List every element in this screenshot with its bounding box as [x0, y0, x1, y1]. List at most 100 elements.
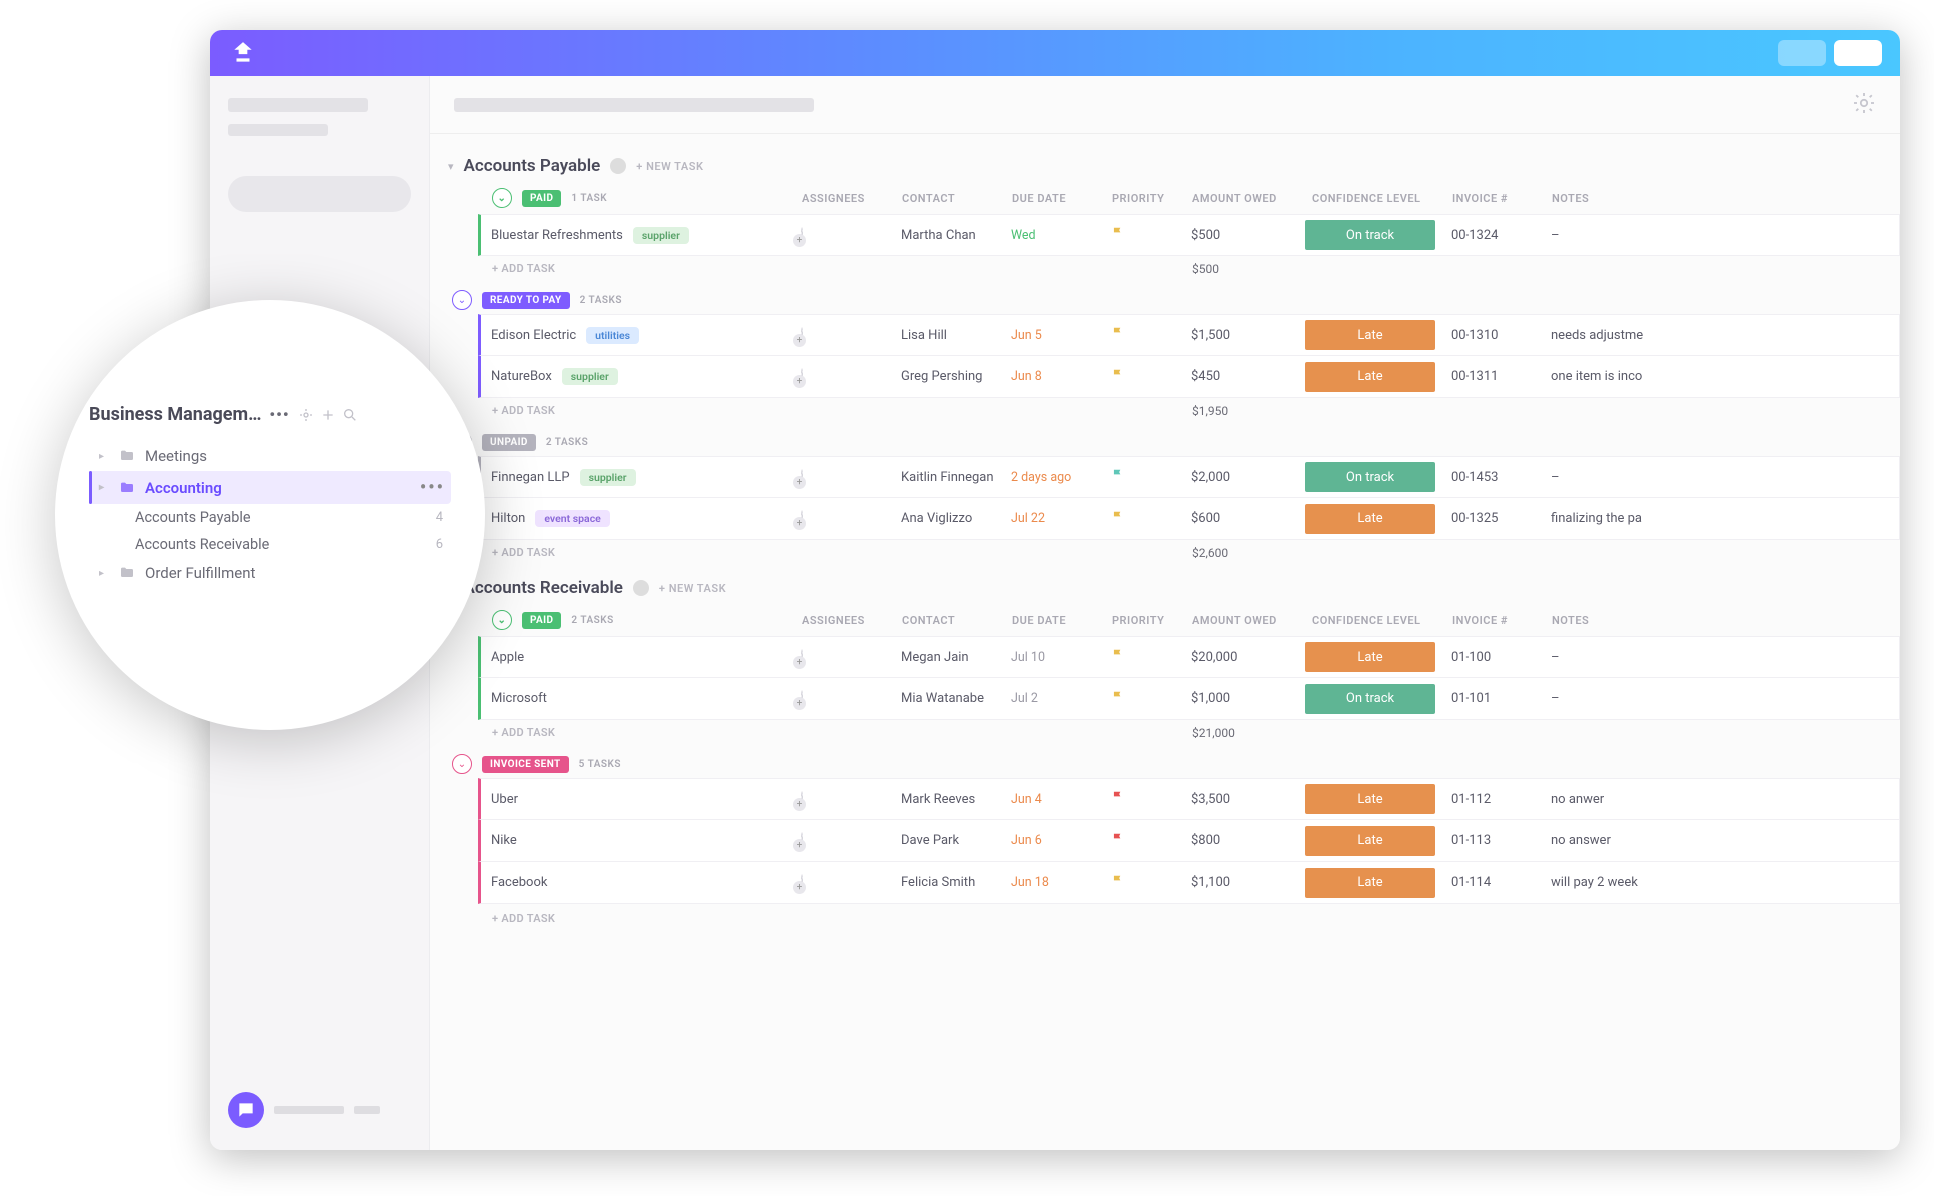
- column-header[interactable]: NOTES: [1552, 192, 1900, 205]
- priority-flag-icon[interactable]: [1111, 832, 1191, 850]
- add-task-button[interactable]: + ADD TASK: [492, 404, 802, 418]
- assignee-add[interactable]: [801, 368, 803, 385]
- assignee-add[interactable]: [801, 649, 803, 666]
- info-icon[interactable]: [633, 580, 649, 596]
- status-chip[interactable]: READY TO PAY: [482, 292, 570, 309]
- task-row[interactable]: Nike Dave Park Jun 6 $800 Late 01-113 no…: [478, 820, 1900, 862]
- status-chip[interactable]: INVOICE SENT: [482, 756, 569, 773]
- due-date-cell[interactable]: Jun 5: [1011, 328, 1111, 343]
- due-date-cell[interactable]: Jun 18: [1011, 875, 1111, 890]
- column-header[interactable]: CONTACT: [902, 614, 1012, 627]
- due-date-cell[interactable]: Jul 22: [1011, 511, 1111, 526]
- confidence-badge[interactable]: On track: [1305, 462, 1435, 492]
- task-row[interactable]: Facebook Felicia Smith Jun 18 $1,100 Lat…: [478, 862, 1900, 904]
- add-task-button[interactable]: + ADD TASK: [492, 262, 802, 276]
- sidebar-item-accounting[interactable]: ▸ Accounting •••: [89, 471, 451, 504]
- new-task-button[interactable]: + NEW TASK: [636, 160, 703, 173]
- task-row[interactable]: Apple Megan Jain Jul 10 $20,000 Late 01-…: [478, 636, 1900, 678]
- assignee-add[interactable]: [801, 791, 803, 808]
- assignee-add[interactable]: [801, 227, 803, 244]
- column-header[interactable]: PRIORITY: [1112, 614, 1192, 627]
- task-tag[interactable]: supplier: [580, 469, 636, 486]
- status-chip[interactable]: PAID: [522, 612, 561, 629]
- confidence-badge[interactable]: Late: [1305, 784, 1435, 814]
- task-tag[interactable]: supplier: [633, 227, 689, 244]
- collapse-toggle[interactable]: ⌄: [452, 290, 472, 310]
- add-task-button[interactable]: + ADD TASK: [492, 726, 802, 740]
- sidebar-item-meetings[interactable]: ▸ Meetings: [89, 441, 451, 471]
- add-task-button[interactable]: + ADD TASK: [492, 546, 802, 560]
- assignee-add[interactable]: [801, 469, 803, 486]
- priority-flag-icon[interactable]: [1111, 326, 1191, 344]
- due-date-cell[interactable]: Jul 2: [1011, 691, 1111, 706]
- more-icon[interactable]: •••: [269, 405, 289, 424]
- topbar-action-1[interactable]: [1778, 40, 1826, 66]
- priority-flag-icon[interactable]: [1111, 690, 1191, 708]
- more-icon[interactable]: •••: [420, 477, 451, 498]
- priority-flag-icon[interactable]: [1111, 510, 1191, 528]
- column-header[interactable]: DUE DATE: [1012, 192, 1112, 205]
- assignee-add[interactable]: [801, 690, 803, 707]
- task-row[interactable]: Hilton event space Ana Viglizzo Jul 22 $…: [478, 498, 1900, 540]
- search-pill[interactable]: [228, 176, 411, 212]
- confidence-badge[interactable]: Late: [1305, 826, 1435, 856]
- task-row[interactable]: Uber Mark Reeves Jun 4 $3,500 Late 01-11…: [478, 778, 1900, 820]
- priority-flag-icon[interactable]: [1111, 468, 1191, 486]
- column-header[interactable]: ASSIGNEES: [802, 192, 902, 205]
- confidence-badge[interactable]: Late: [1305, 320, 1435, 350]
- confidence-badge[interactable]: Late: [1305, 362, 1435, 392]
- confidence-badge[interactable]: On track: [1305, 684, 1435, 714]
- status-chip[interactable]: UNPAID: [482, 434, 536, 451]
- due-date-cell[interactable]: Jun 6: [1011, 833, 1111, 848]
- assignee-add[interactable]: [801, 832, 803, 849]
- column-header[interactable]: AMOUNT OWED: [1192, 192, 1312, 205]
- column-header[interactable]: INVOICE #: [1452, 614, 1552, 627]
- priority-flag-icon[interactable]: [1111, 368, 1191, 386]
- chevron-down-icon[interactable]: ▾: [448, 160, 454, 173]
- task-tag[interactable]: utilities: [586, 327, 639, 344]
- info-icon[interactable]: [610, 158, 626, 174]
- sidebar-subitem[interactable]: Accounts Payable4: [89, 504, 451, 531]
- task-tag[interactable]: supplier: [562, 368, 618, 385]
- column-header[interactable]: INVOICE #: [1452, 192, 1552, 205]
- assignee-add[interactable]: [801, 874, 803, 891]
- plus-icon[interactable]: [320, 407, 336, 423]
- column-header[interactable]: DUE DATE: [1012, 614, 1112, 627]
- gear-icon[interactable]: [298, 407, 314, 423]
- assignee-add[interactable]: [801, 510, 803, 527]
- sidebar-item-order-fulfillment[interactable]: ▸ Order Fulfillment: [89, 558, 451, 588]
- priority-flag-icon[interactable]: [1111, 226, 1191, 244]
- confidence-badge[interactable]: Late: [1305, 642, 1435, 672]
- task-row[interactable]: NatureBox supplier Greg Pershing Jun 8 $…: [478, 356, 1900, 398]
- task-row[interactable]: Bluestar Refreshments supplier Martha Ch…: [478, 214, 1900, 256]
- column-header[interactable]: AMOUNT OWED: [1192, 614, 1312, 627]
- search-icon[interactable]: [342, 407, 358, 423]
- due-date-cell[interactable]: Jun 8: [1011, 369, 1111, 384]
- new-task-button[interactable]: + NEW TASK: [659, 582, 726, 595]
- due-date-cell[interactable]: Jul 10: [1011, 650, 1111, 665]
- collapse-toggle[interactable]: ⌄: [452, 754, 472, 774]
- priority-flag-icon[interactable]: [1111, 790, 1191, 808]
- column-header[interactable]: CONTACT: [902, 192, 1012, 205]
- priority-flag-icon[interactable]: [1111, 648, 1191, 666]
- confidence-badge[interactable]: On track: [1305, 220, 1435, 250]
- task-tag[interactable]: event space: [535, 510, 610, 527]
- collapse-toggle[interactable]: ⌄: [492, 610, 512, 630]
- due-date-cell[interactable]: Jun 4: [1011, 792, 1111, 807]
- priority-flag-icon[interactable]: [1111, 874, 1191, 892]
- column-header[interactable]: CONFIDENCE LEVEL: [1312, 192, 1452, 205]
- confidence-badge[interactable]: Late: [1305, 504, 1435, 534]
- assignee-add[interactable]: [801, 327, 803, 344]
- confidence-badge[interactable]: Late: [1305, 868, 1435, 898]
- add-task-button[interactable]: + ADD TASK: [448, 904, 1900, 935]
- column-header[interactable]: NOTES: [1552, 614, 1900, 627]
- due-date-cell[interactable]: 2 days ago: [1011, 470, 1111, 485]
- task-row[interactable]: Microsoft Mia Watanabe Jul 2 $1,000 On t…: [478, 678, 1900, 720]
- column-header[interactable]: PRIORITY: [1112, 192, 1192, 205]
- topbar-action-2[interactable]: [1834, 40, 1882, 66]
- due-date-cell[interactable]: Wed: [1011, 228, 1111, 243]
- task-row[interactable]: Finnegan LLP supplier Kaitlin Finnegan 2…: [478, 456, 1900, 498]
- chat-fab[interactable]: [228, 1092, 264, 1128]
- task-row[interactable]: Edison Electric utilities Lisa Hill Jun …: [478, 314, 1900, 356]
- collapse-toggle[interactable]: ⌄: [492, 188, 512, 208]
